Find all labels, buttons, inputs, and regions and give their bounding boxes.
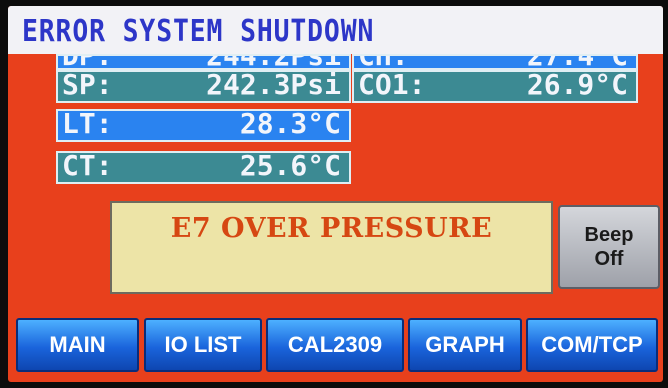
device-bezel: ERROR SYSTEM SHUTDOWN DP: 244.2Psi CH: 2…	[0, 0, 668, 388]
beep-off-label-line2: Off	[594, 248, 624, 270]
reading-dp: DP: 244.2Psi	[56, 54, 351, 70]
nav-button-cal2309-label: CAL2309	[287, 332, 383, 357]
reading-ch: CH: 27.4°C	[352, 54, 638, 70]
reading-sp: SP: 242.3Psi	[56, 70, 351, 103]
beep-off-label-line1: Beep	[584, 224, 634, 246]
reading-dp-label: DP:	[62, 56, 113, 68]
nav-button-io-list[interactable]: IO LIST	[144, 318, 262, 372]
alarm-panel: E7 OVER PRESSURE	[110, 201, 553, 294]
reading-co1: CO1: 26.9°C	[352, 70, 638, 103]
nav-button-cal2309[interactable]: CAL2309	[266, 318, 404, 372]
reading-co1-value: 26.9°C	[526, 70, 628, 101]
reading-dp-value: 244.2Psi	[206, 56, 341, 68]
reading-ct: CT: 25.6°C	[56, 151, 351, 184]
reading-sp-value: 242.3Psi	[206, 70, 341, 101]
reading-ct-value: 25.6°C	[239, 151, 341, 182]
page-title: ERROR SYSTEM SHUTDOWN	[22, 14, 375, 49]
reading-lt-label: LT:	[62, 109, 113, 140]
reading-ch-value: 27.4°C	[527, 56, 628, 68]
reading-sp-label: SP:	[62, 70, 113, 101]
nav-button-com-tcp[interactable]: COM/TCP	[526, 318, 658, 372]
beep-off-button[interactable]: Beep Off	[558, 205, 660, 289]
nav-button-graph-label: GRAPH	[425, 332, 505, 357]
reading-co1-label: CO1:	[358, 70, 426, 101]
nav-button-main-label: MAIN	[49, 332, 106, 357]
nav-button-main[interactable]: MAIN	[16, 318, 139, 372]
nav-button-io-list-label: IO LIST	[164, 332, 242, 357]
nav-button-graph[interactable]: GRAPH	[408, 318, 522, 372]
reading-ct-label: CT:	[62, 151, 113, 182]
reading-lt: LT: 28.3°C	[56, 109, 351, 142]
title-bar: ERROR SYSTEM SHUTDOWN	[8, 6, 663, 54]
reading-ch-label: CH:	[358, 56, 409, 68]
alarm-message: E7 OVER PRESSURE	[170, 213, 493, 244]
nav-button-com-tcp-label: COM/TCP	[541, 332, 643, 357]
reading-lt-value: 28.3°C	[239, 109, 341, 140]
hmi-screen: ERROR SYSTEM SHUTDOWN DP: 244.2Psi CH: 2…	[8, 6, 663, 382]
